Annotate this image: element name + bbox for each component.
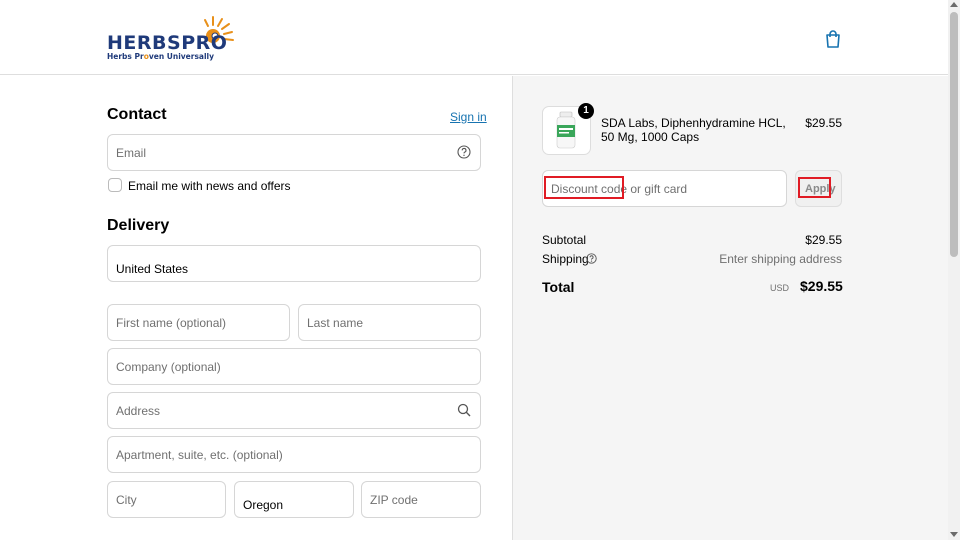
subtotal-label: Subtotal: [542, 233, 587, 247]
scroll-down-arrow-icon[interactable]: [950, 532, 958, 537]
city-placeholder: City: [116, 493, 137, 507]
shipping-label: Shipping: [542, 252, 589, 266]
email-field[interactable]: Email: [107, 134, 481, 171]
herbspro-logo[interactable]: HERBSPRO Herbs Proven Universally: [107, 14, 242, 62]
total-currency: USD: [770, 283, 790, 293]
country-select[interactable]: United States: [107, 245, 481, 282]
site-header: HERBSPRO Herbs Proven Universally: [0, 0, 948, 75]
sign-in-link[interactable]: Sign in: [450, 110, 487, 124]
scrollbar-thumb[interactable]: [950, 12, 958, 257]
state-select[interactable]: Oregon: [234, 481, 354, 518]
total-label: Total: [542, 279, 575, 295]
scroll-up-arrow-icon[interactable]: [950, 2, 958, 7]
product-name: SDA Labs, Diphenhydramine HCL, 50 Mg, 10…: [601, 116, 786, 144]
discount-highlight-box: [544, 176, 624, 199]
quantity-badge: 1: [578, 103, 594, 119]
page-scrollbar[interactable]: [948, 0, 960, 540]
shipping-help-icon[interactable]: [586, 253, 597, 264]
help-circle-icon[interactable]: [457, 145, 471, 159]
apply-highlight-box: [798, 177, 831, 198]
apartment-field[interactable]: Apartment, suite, etc. (optional): [107, 436, 481, 473]
address-placeholder: Address: [116, 404, 161, 418]
last-name-placeholder: Last name: [307, 316, 364, 330]
shopping-bag-icon[interactable]: [823, 29, 843, 49]
newsletter-checkbox[interactable]: [108, 178, 122, 192]
company-field[interactable]: Company (optional): [107, 348, 481, 385]
search-icon: [457, 403, 471, 417]
shipping-value: Enter shipping address: [719, 252, 842, 266]
city-field[interactable]: City: [107, 481, 226, 518]
address-field[interactable]: Address: [107, 392, 481, 429]
delivery-heading: Delivery: [107, 217, 170, 234]
last-name-field[interactable]: Last name: [298, 304, 481, 341]
contact-heading: Contact: [107, 106, 167, 123]
newsletter-label: Email me with news and offers: [128, 179, 291, 193]
country-value: United States: [116, 262, 189, 276]
product-price: $29.55: [805, 116, 842, 130]
apartment-placeholder: Apartment, suite, etc. (optional): [116, 448, 283, 462]
first-name-placeholder: First name (optional): [116, 316, 227, 330]
company-placeholder: Company (optional): [116, 360, 221, 374]
total-value: $29.55: [800, 278, 843, 294]
zip-field[interactable]: ZIP code: [361, 481, 481, 518]
logo-tagline: Herbs Proven Universally: [107, 52, 215, 61]
zip-placeholder: ZIP code: [370, 493, 418, 507]
email-placeholder: Email: [116, 146, 147, 160]
logo-wordmark: HERBSPRO: [107, 32, 228, 54]
first-name-field[interactable]: First name (optional): [107, 304, 290, 341]
state-value: Oregon: [243, 498, 284, 512]
subtotal-value: $29.55: [805, 233, 842, 247]
